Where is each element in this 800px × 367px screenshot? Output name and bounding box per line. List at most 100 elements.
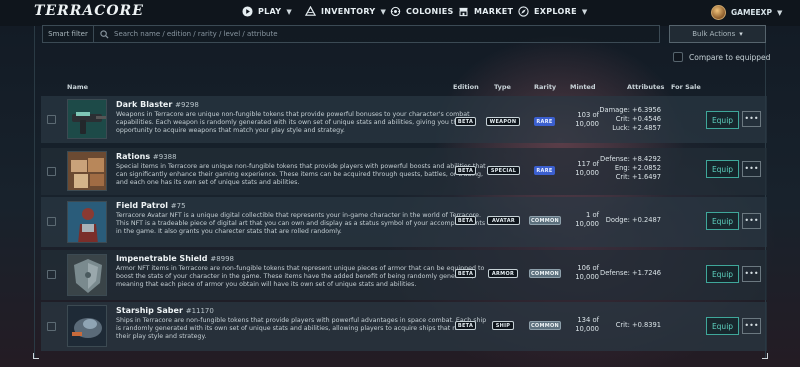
equip-button[interactable]: Equip <box>706 160 739 178</box>
item-number: #75 <box>170 202 186 210</box>
item-title: Field Patrol <box>116 201 168 210</box>
item-number: #11170 <box>185 307 214 315</box>
attribute: Defense: +8.4292 <box>600 155 661 163</box>
username: GAMEEXP <box>731 8 772 17</box>
attribute: Crit: +0.8391 <box>615 321 661 329</box>
panel-corner-decoration <box>33 353 39 359</box>
chevron-down-icon: ▼ <box>286 7 293 16</box>
row-checkbox[interactable] <box>47 115 56 124</box>
item-title: Dark Blaster <box>116 100 173 109</box>
item-description: Terracore Avatar NFT is a unique digital… <box>116 212 486 236</box>
header-type[interactable]: Type <box>494 83 511 91</box>
user-menu[interactable]: GAMEEXP ▼ <box>711 5 782 20</box>
terracore-logo[interactable]: TERRACORE <box>34 3 144 19</box>
more-options-button[interactable]: ••• <box>742 318 761 334</box>
nav-explore-label: EXPLORE <box>534 7 577 16</box>
edition-badge: BETA <box>455 321 476 330</box>
more-options-button[interactable]: ••• <box>742 161 761 177</box>
row-checkbox[interactable] <box>47 270 56 279</box>
rarity-badge: RARE <box>534 166 555 175</box>
bulk-actions-label: Bulk Actions <box>692 30 736 38</box>
colonies-icon <box>390 6 401 17</box>
item-number: #9298 <box>175 101 199 109</box>
panel-corner-decoration <box>762 353 768 359</box>
bulk-actions-dropdown[interactable]: Bulk Actions ▾ <box>669 25 766 43</box>
equip-button[interactable]: Equip <box>706 265 739 283</box>
nav-play[interactable]: PLAY ▼ <box>242 6 292 17</box>
shield-thumbnail <box>67 254 107 296</box>
header-edition[interactable]: Edition <box>453 83 479 91</box>
nav-market[interactable]: MARKET <box>458 6 513 17</box>
attribute: Dodge: +0.2487 <box>605 216 661 224</box>
item-name: Rations #9388 <box>116 152 177 161</box>
item-number: #9388 <box>152 153 177 161</box>
type-badge: ARMOR <box>488 269 518 278</box>
item-title: Starship Saber <box>116 306 183 315</box>
search-bar <box>94 25 660 43</box>
weapon-thumbnail <box>67 99 107 139</box>
nav-play-label: PLAY <box>258 7 282 16</box>
nav-inventory[interactable]: INVENTORY ▼ <box>305 6 386 17</box>
rations-thumbnail <box>67 151 107 191</box>
nav-explore[interactable]: EXPLORE ▼ <box>518 6 588 17</box>
type-badge: SHIP <box>492 321 514 330</box>
market-icon <box>459 7 468 17</box>
attributes: Damage: +6.3956 Crit: +0.4546 Luck: +2.4… <box>589 106 661 134</box>
compare-to-equipped[interactable]: Compare to equipped <box>673 52 770 62</box>
equip-button[interactable]: Equip <box>706 212 739 230</box>
chevron-down-icon: ▾ <box>739 30 743 38</box>
header-for-sale[interactable]: For Sale <box>671 83 701 91</box>
more-options-button[interactable]: ••• <box>742 111 761 127</box>
row-checkbox[interactable] <box>47 322 56 331</box>
header-minted[interactable]: Minted <box>570 83 596 91</box>
compare-checkbox[interactable] <box>673 52 683 62</box>
avatar-thumbnail <box>67 201 107 243</box>
nav-market-label: MARKET <box>474 7 514 16</box>
attribute: Defense: +1.7246 <box>600 269 661 277</box>
attributes: Defense: +1.7246 <box>589 269 661 278</box>
item-title: Rations <box>116 152 151 161</box>
attribute: Luck: +2.4857 <box>612 124 661 133</box>
table-row[interactable]: Rations #9388 Special items in Terracore… <box>41 148 767 195</box>
header-attributes[interactable]: Attributes <box>627 83 664 91</box>
nav-inventory-label: INVENTORY <box>321 7 376 16</box>
rarity-badge: RARE <box>534 117 555 126</box>
smart-filter-button[interactable]: Smart filter <box>42 25 94 43</box>
header-name[interactable]: Name <box>67 83 88 91</box>
row-checkbox[interactable] <box>47 167 56 176</box>
inventory-icon <box>305 6 316 16</box>
nav-colonies[interactable]: COLONIES <box>390 6 454 17</box>
chevron-down-icon: ▼ <box>581 7 588 16</box>
attributes: Crit: +0.8391 <box>589 321 661 330</box>
attribute: Damage: +6.3956 <box>599 106 661 114</box>
explore-icon <box>518 6 529 17</box>
rarity-badge: COMMON <box>529 269 561 278</box>
type-badge: WEAPON <box>486 117 520 126</box>
row-checkbox[interactable] <box>47 217 56 226</box>
item-number: #8998 <box>210 255 235 263</box>
more-options-button[interactable]: ••• <box>742 213 761 229</box>
play-icon <box>242 6 253 17</box>
item-description: Weapons in Terracore are unique non-fung… <box>116 111 470 135</box>
table-row[interactable]: Starship Saber #11170 Ships in Terracore… <box>41 302 767 351</box>
item-description: Special items in Terracore are unique no… <box>116 163 486 187</box>
header-rarity[interactable]: Rarity <box>534 83 556 91</box>
attribute: Crit: +0.4546 <box>615 115 661 124</box>
search-input[interactable] <box>114 30 654 38</box>
item-description: Armor NFT items in Terracore are non-fun… <box>116 265 485 289</box>
equip-button[interactable]: Equip <box>706 317 739 335</box>
ship-thumbnail <box>67 305 107 347</box>
item-name: Dark Blaster #9298 <box>116 100 199 109</box>
rarity-badge: COMMON <box>529 321 561 330</box>
edition-badge: BETA <box>455 117 476 126</box>
attributes: Dodge: +0.2487 <box>589 216 661 225</box>
attributes: Defense: +8.4292 Eng: +2.0852 Crit: +1.6… <box>589 155 661 183</box>
rarity-badge: COMMON <box>529 216 561 225</box>
table-row[interactable]: Field Patrol #75 Terracore Avatar NFT is… <box>41 197 767 247</box>
top-nav: TERRACORE PLAY ▼ INVENTORY ▼ COLONIES MA… <box>0 0 800 26</box>
item-title: Impenetrable Shield <box>116 254 208 263</box>
more-options-button[interactable]: ••• <box>742 266 761 282</box>
equip-button[interactable]: Equip <box>706 111 739 129</box>
table-row[interactable]: Impenetrable Shield #8998 Armor NFT item… <box>41 250 767 300</box>
table-row[interactable]: Dark Blaster #9298 Weapons in Terracore … <box>41 96 767 143</box>
